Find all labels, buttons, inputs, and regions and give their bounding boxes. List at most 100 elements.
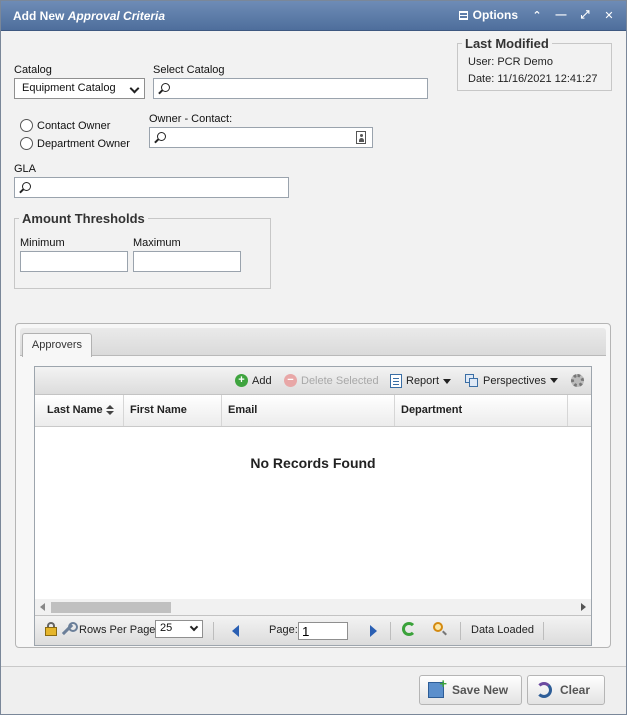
add-label: Add xyxy=(252,374,272,387)
rows-per-page-value: 25 xyxy=(160,622,173,634)
report-icon xyxy=(390,374,402,388)
column-header-label: First Name xyxy=(130,404,187,416)
chevron-down-icon xyxy=(189,622,199,632)
catalog-select[interactable]: Equipment Catalog xyxy=(14,78,145,99)
radio-button[interactable] xyxy=(20,119,33,132)
collapse-up-icon[interactable]: ⌃ xyxy=(532,9,542,22)
contact-card-icon[interactable] xyxy=(356,131,366,144)
minimize-icon[interactable]: — xyxy=(556,9,567,21)
pager-divider xyxy=(543,622,544,640)
contact-owner-label: Contact Owner xyxy=(37,119,111,132)
empty-grid-message: No Records Found xyxy=(250,455,376,471)
minimum-input[interactable] xyxy=(20,251,128,272)
add-button[interactable]: + Add xyxy=(235,374,272,387)
grid-pager: Rows Per Page: 25 Page: Data Loaded xyxy=(35,615,591,645)
department-owner-label: Department Owner xyxy=(37,137,130,150)
tab-strip: Approvers xyxy=(20,328,606,357)
report-button[interactable]: Report xyxy=(390,374,452,388)
delete-icon: − xyxy=(284,374,297,387)
settings-button[interactable] xyxy=(571,374,584,387)
tab-approvers[interactable]: Approvers xyxy=(22,333,92,357)
contact-owner-radio[interactable]: Contact Owner xyxy=(20,119,110,132)
perspectives-icon xyxy=(465,374,479,387)
window-footer: Save New Clear xyxy=(1,666,626,714)
select-catalog-input[interactable] xyxy=(153,78,428,99)
column-header-first-name[interactable]: First Name xyxy=(124,395,222,426)
approvers-tabpanel: Approvers + Add − Delete Selected Report xyxy=(15,323,611,648)
column-header-email[interactable]: Email xyxy=(222,395,395,426)
perspectives-label: Perspectives xyxy=(483,374,546,387)
search-icon xyxy=(157,132,166,141)
refresh-icon[interactable] xyxy=(402,622,416,636)
clear-label: Clear xyxy=(560,683,591,697)
delete-selected-label: Delete Selected xyxy=(301,374,379,387)
window-titlebar[interactable]: Add New Approval Criteria Options ⌃ — ⤢ … xyxy=(1,1,626,31)
catalog-select-value: Equipment Catalog xyxy=(22,82,116,94)
options-label: Options xyxy=(472,8,518,22)
caret-down-icon xyxy=(443,378,452,384)
column-header-label: Last Name xyxy=(47,404,103,416)
radio-button[interactable] xyxy=(20,137,33,150)
column-header-label: Email xyxy=(228,404,258,416)
amount-thresholds-group: Amount Thresholds xyxy=(14,211,271,289)
owner-contact-input[interactable] xyxy=(149,127,373,148)
close-icon[interactable]: ✕ xyxy=(604,9,614,22)
chevron-down-icon xyxy=(129,83,140,94)
previous-page-icon[interactable] xyxy=(232,625,239,637)
lock-icon[interactable] xyxy=(45,622,57,636)
window-title-emphasis: Approval Criteria xyxy=(67,9,166,23)
department-owner-radio[interactable]: Department Owner xyxy=(20,137,130,150)
popout-icon[interactable]: ⤢ xyxy=(580,9,590,21)
column-header-label: Department xyxy=(401,404,463,416)
pager-divider xyxy=(213,622,214,640)
search-grid-icon[interactable] xyxy=(433,622,443,632)
last-modified-title: Last Modified xyxy=(465,36,549,51)
last-modified-user: User: PCR Demo xyxy=(468,56,553,68)
catalog-label: Catalog xyxy=(14,64,52,76)
window-title-prefix: Add New xyxy=(13,9,65,23)
wrench-icon[interactable] xyxy=(61,622,78,636)
save-new-button[interactable]: Save New xyxy=(419,675,522,705)
save-new-label: Save New xyxy=(452,683,509,697)
next-page-icon[interactable] xyxy=(370,625,377,637)
maximum-input[interactable] xyxy=(133,251,241,272)
report-label: Report xyxy=(406,375,440,387)
column-header-last-name[interactable]: Last Name xyxy=(35,395,124,426)
page-number-input[interactable] xyxy=(298,622,348,640)
perspectives-button[interactable]: Perspectives xyxy=(465,374,558,387)
owner-contact-label: Owner - Contact: xyxy=(149,113,233,125)
approvers-grid: + Add − Delete Selected Report Perspecti… xyxy=(34,366,592,646)
scroll-right-icon[interactable] xyxy=(581,603,586,611)
caret-down-icon xyxy=(549,378,558,383)
select-catalog-label: Select Catalog xyxy=(153,64,225,76)
clear-button[interactable]: Clear xyxy=(527,675,605,705)
gla-label: GLA xyxy=(14,163,37,175)
search-icon xyxy=(161,83,170,92)
window-tools: Options ⌃ — ⤢ ✕ xyxy=(458,8,614,22)
clear-icon xyxy=(536,682,552,698)
search-icon xyxy=(22,182,31,191)
sort-icon xyxy=(105,405,114,416)
column-header-department[interactable]: Department xyxy=(395,395,568,426)
add-icon: + xyxy=(235,374,248,387)
pager-status: Data Loaded xyxy=(471,624,534,636)
last-modified-date: Date: 11/16/2021 12:41:27 xyxy=(468,73,598,85)
pager-divider xyxy=(390,622,391,640)
grid-toolbar: + Add − Delete Selected Report Perspecti… xyxy=(35,367,591,395)
page-label: Page: xyxy=(269,624,298,636)
scrollbar-thumb[interactable] xyxy=(51,602,171,613)
options-menu-button[interactable]: Options xyxy=(458,8,518,22)
gear-icon xyxy=(571,374,584,387)
save-new-icon xyxy=(428,676,447,698)
horizontal-scrollbar[interactable] xyxy=(35,599,591,615)
minimum-label: Minimum xyxy=(20,237,65,249)
scroll-left-icon[interactable] xyxy=(40,603,45,611)
delete-selected-button[interactable]: − Delete Selected xyxy=(284,374,379,387)
grid-header-row: Last Name First Name Email Department xyxy=(35,395,591,427)
gla-input[interactable] xyxy=(14,177,289,198)
window-title: Add New Approval Criteria xyxy=(13,9,165,23)
rows-per-page-select[interactable]: 25 xyxy=(155,620,203,638)
list-icon xyxy=(458,10,468,20)
maximum-label: Maximum xyxy=(133,237,181,249)
rows-per-page-label: Rows Per Page: xyxy=(79,624,159,636)
